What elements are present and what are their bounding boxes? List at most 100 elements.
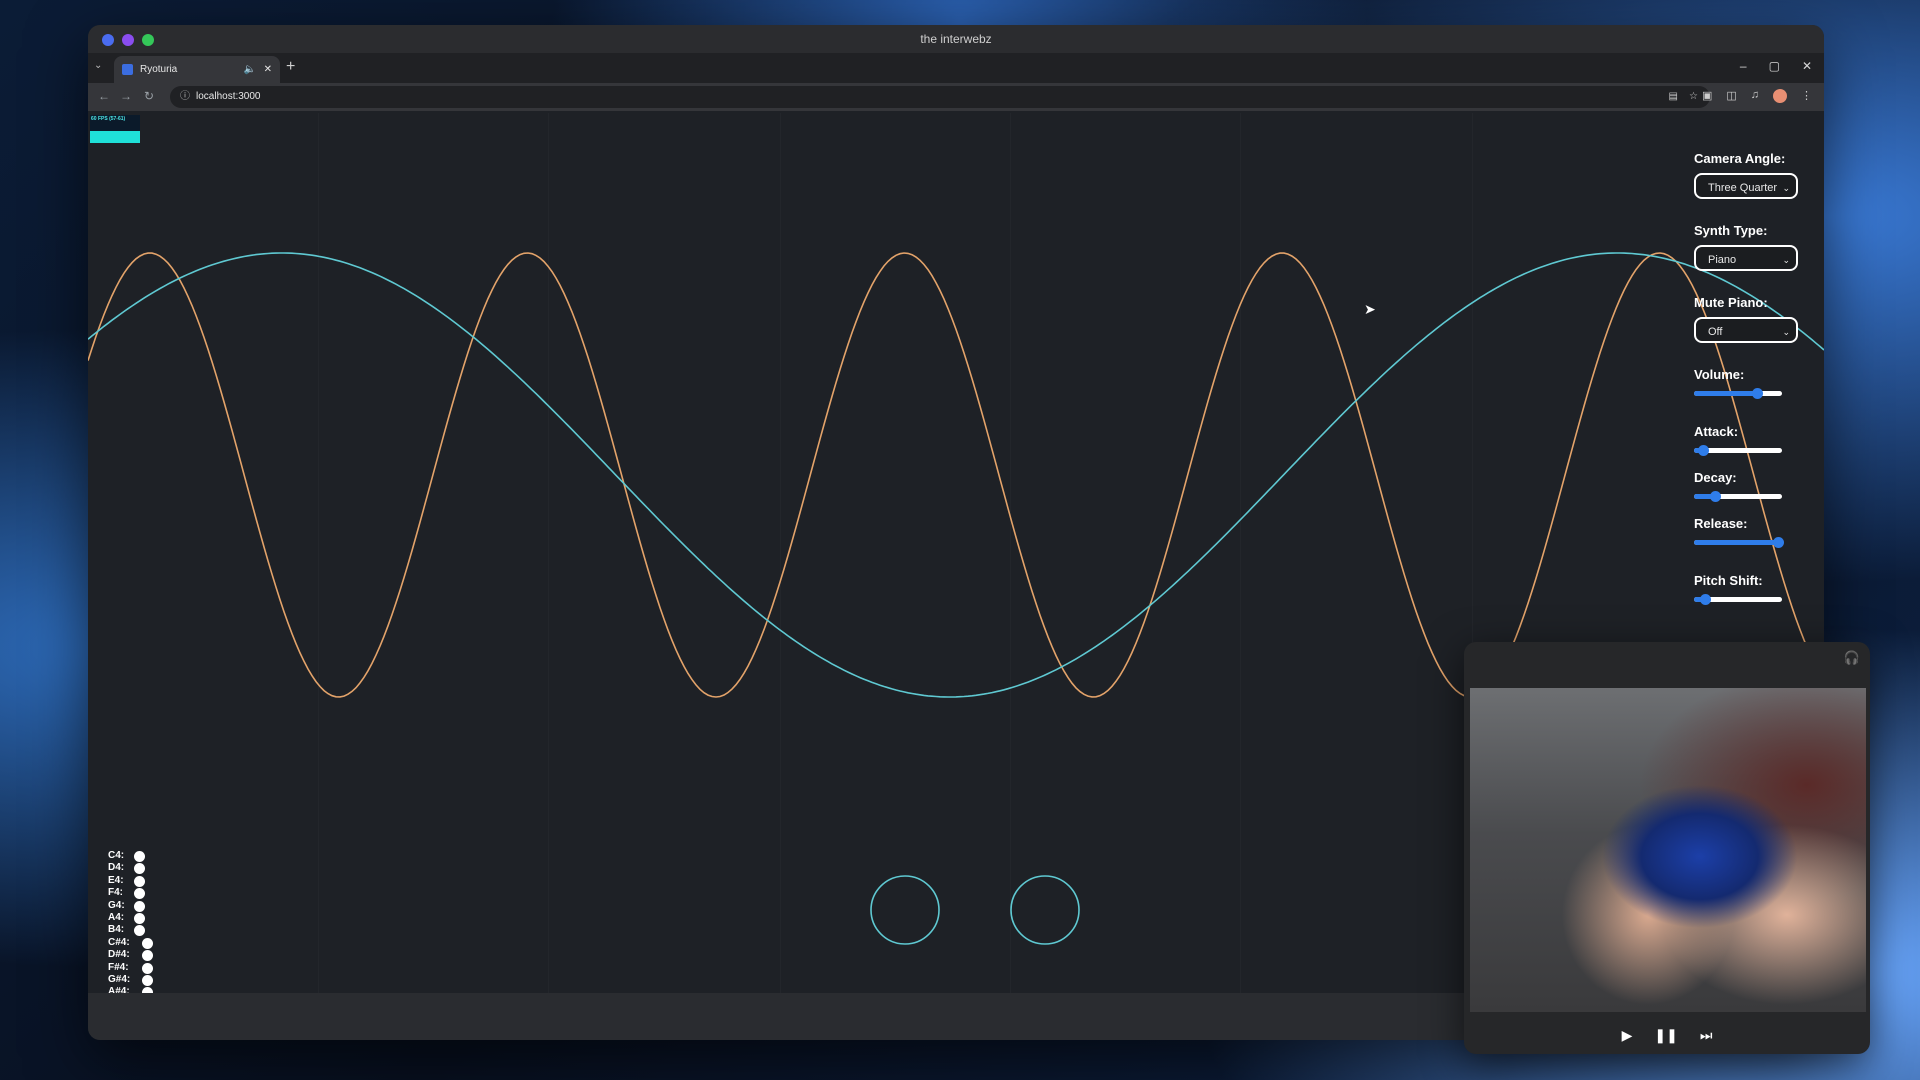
pitch-shift-slider[interactable] bbox=[1694, 594, 1782, 605]
note-indicator-dot bbox=[134, 875, 145, 887]
attack-label: Attack: bbox=[1694, 424, 1739, 439]
pitch-shift-label: Pitch Shift: bbox=[1694, 573, 1763, 588]
site-info-icon[interactable]: ⓘ bbox=[180, 86, 190, 108]
note-row: G#4: bbox=[108, 973, 153, 986]
note-row: G4: bbox=[108, 899, 145, 912]
picture-in-picture-window: 🎧 ▶ ❚❚ ⏭ bbox=[1464, 642, 1870, 1054]
note-label: A4: bbox=[108, 911, 125, 923]
close-window-button[interactable] bbox=[102, 34, 114, 46]
window-controls: – ▢ ✕ bbox=[1740, 59, 1812, 73]
extensions-area: ▣ ◫ ♫ ⋮ bbox=[1702, 89, 1812, 103]
bookmark-star-icon[interactable]: ☆ bbox=[1689, 86, 1698, 108]
note-row: F4: bbox=[108, 887, 145, 900]
play-icon[interactable]: ▶ bbox=[1622, 1016, 1633, 1054]
decay-label: Decay: bbox=[1694, 470, 1737, 485]
release-label: Release: bbox=[1694, 516, 1748, 531]
note-indicator-dot bbox=[142, 974, 153, 986]
note-row: B4: bbox=[108, 924, 145, 937]
profile-avatar[interactable] bbox=[1773, 89, 1787, 103]
fps-text: 60 FPS (57-61) bbox=[91, 116, 126, 122]
note-label: E4: bbox=[108, 874, 124, 886]
puzzle-icon[interactable]: ◫ bbox=[1726, 89, 1736, 103]
note-indicator-dot bbox=[134, 900, 145, 912]
toolbar: ← → ↻ ⓘ localhost:3000 ▤ ☆ ▣ ◫ ♫ ⋮ bbox=[88, 83, 1824, 111]
note-list: C4: D4: E4: F4: G4: A4: B4: C#4: D#4: F#4: G#4: A#4… bbox=[108, 850, 153, 999]
restore-icon[interactable]: ▢ bbox=[1769, 59, 1780, 73]
reading-mode-icon[interactable]: ▤ bbox=[1669, 86, 1678, 108]
tab-search-icon[interactable]: ⌄ bbox=[94, 60, 102, 71]
note-row: D4: bbox=[108, 862, 145, 875]
left-stick-ring bbox=[870, 875, 940, 945]
tab-title: Ryoturia bbox=[140, 64, 178, 75]
pause-icon[interactable]: ❚❚ bbox=[1654, 1016, 1677, 1054]
note-label: G#4: bbox=[108, 973, 131, 985]
mouse-cursor-icon: ➤ bbox=[1364, 301, 1376, 317]
favicon-icon bbox=[122, 64, 133, 75]
traffic-lights bbox=[102, 34, 154, 46]
minimize-window-button[interactable] bbox=[122, 34, 134, 46]
note-row: C#4: bbox=[108, 936, 153, 949]
extension-icon[interactable]: ▣ bbox=[1702, 89, 1712, 103]
note-label: B4: bbox=[108, 924, 125, 936]
attack-slider-thumb[interactable] bbox=[1697, 445, 1709, 456]
chevron-down-icon: ⌄ bbox=[1782, 255, 1790, 265]
note-label: F#4: bbox=[108, 961, 129, 973]
window-title: the interwebz bbox=[920, 32, 992, 46]
chevron-down-icon: ⌄ bbox=[1782, 183, 1790, 193]
tab-ryoturia[interactable]: Ryoturia 🔈 ✕ bbox=[114, 56, 280, 83]
next-track-icon[interactable]: ⏭ bbox=[1700, 1016, 1713, 1054]
note-label: G4: bbox=[108, 899, 125, 911]
synth-type-value: Piano bbox=[1708, 254, 1737, 266]
title-bar: the interwebz bbox=[88, 25, 1824, 53]
speaker-icon[interactable]: 🔈 bbox=[244, 56, 256, 83]
reload-icon[interactable]: ↻ bbox=[144, 89, 154, 103]
close-tab-icon[interactable]: ✕ bbox=[264, 56, 272, 83]
camera-angle-label: Camera Angle: bbox=[1694, 151, 1786, 166]
right-stick-ring bbox=[1010, 875, 1080, 945]
zoom-window-button[interactable] bbox=[142, 34, 154, 46]
new-tab-button[interactable]: + bbox=[286, 58, 295, 76]
volume-slider[interactable] bbox=[1694, 388, 1782, 399]
menu-icon[interactable]: ⋮ bbox=[1801, 89, 1812, 103]
headphones-icon[interactable]: 🎧 bbox=[1844, 650, 1860, 666]
volume-label: Volume: bbox=[1694, 367, 1745, 382]
note-row: E4: bbox=[108, 874, 145, 887]
note-label: C#4: bbox=[108, 936, 130, 948]
note-label: D4: bbox=[108, 862, 125, 874]
note-indicator-dot bbox=[142, 937, 153, 949]
note-label: C4: bbox=[108, 850, 125, 861]
camera-angle-select[interactable]: Three Quarter ⌄ bbox=[1694, 173, 1798, 199]
media-controls: ▶ ❚❚ ⏭ bbox=[1464, 1016, 1870, 1054]
minimize-icon[interactable]: – bbox=[1740, 59, 1747, 73]
mute-piano-select[interactable]: Off ⌄ bbox=[1694, 317, 1798, 343]
fps-bar bbox=[90, 131, 140, 143]
close-icon[interactable]: ✕ bbox=[1802, 59, 1812, 73]
note-indicator-dot bbox=[142, 962, 153, 974]
tab-strip: ⌄ Ryoturia 🔈 ✕ + – ▢ ✕ bbox=[88, 53, 1824, 83]
note-row: C4: bbox=[108, 850, 145, 862]
webcam-video[interactable] bbox=[1470, 688, 1866, 1012]
media-icon[interactable]: ♫ bbox=[1751, 89, 1759, 103]
note-row: D#4: bbox=[108, 949, 153, 962]
release-slider[interactable] bbox=[1694, 537, 1785, 548]
chevron-down-icon: ⌄ bbox=[1782, 327, 1790, 337]
mute-piano-value: Off bbox=[1708, 326, 1723, 338]
forward-icon[interactable]: → bbox=[120, 89, 132, 103]
note-indicator-dot bbox=[134, 912, 145, 924]
back-icon[interactable]: ← bbox=[98, 89, 110, 103]
synth-type-select[interactable]: Piano ⌄ bbox=[1694, 245, 1798, 271]
note-row: A4: bbox=[108, 911, 145, 924]
synth-type-label: Synth Type: bbox=[1694, 223, 1768, 238]
note-indicator-dot bbox=[134, 851, 145, 862]
cyan-waveform bbox=[88, 252, 1824, 698]
note-label: F4: bbox=[108, 887, 123, 899]
orange-waveform bbox=[88, 252, 1824, 698]
fps-meter: 60 FPS (57-61) bbox=[90, 115, 140, 143]
note-row: F#4: bbox=[108, 961, 153, 974]
pitch-shift-slider-thumb[interactable] bbox=[1699, 594, 1711, 605]
note-label: D#4: bbox=[108, 949, 130, 961]
camera-angle-value: Three Quarter bbox=[1708, 182, 1778, 194]
attack-slider[interactable] bbox=[1694, 445, 1782, 456]
address-bar[interactable]: ⓘ localhost:3000 ▤ ☆ bbox=[170, 86, 1710, 108]
decay-slider[interactable] bbox=[1694, 491, 1782, 502]
